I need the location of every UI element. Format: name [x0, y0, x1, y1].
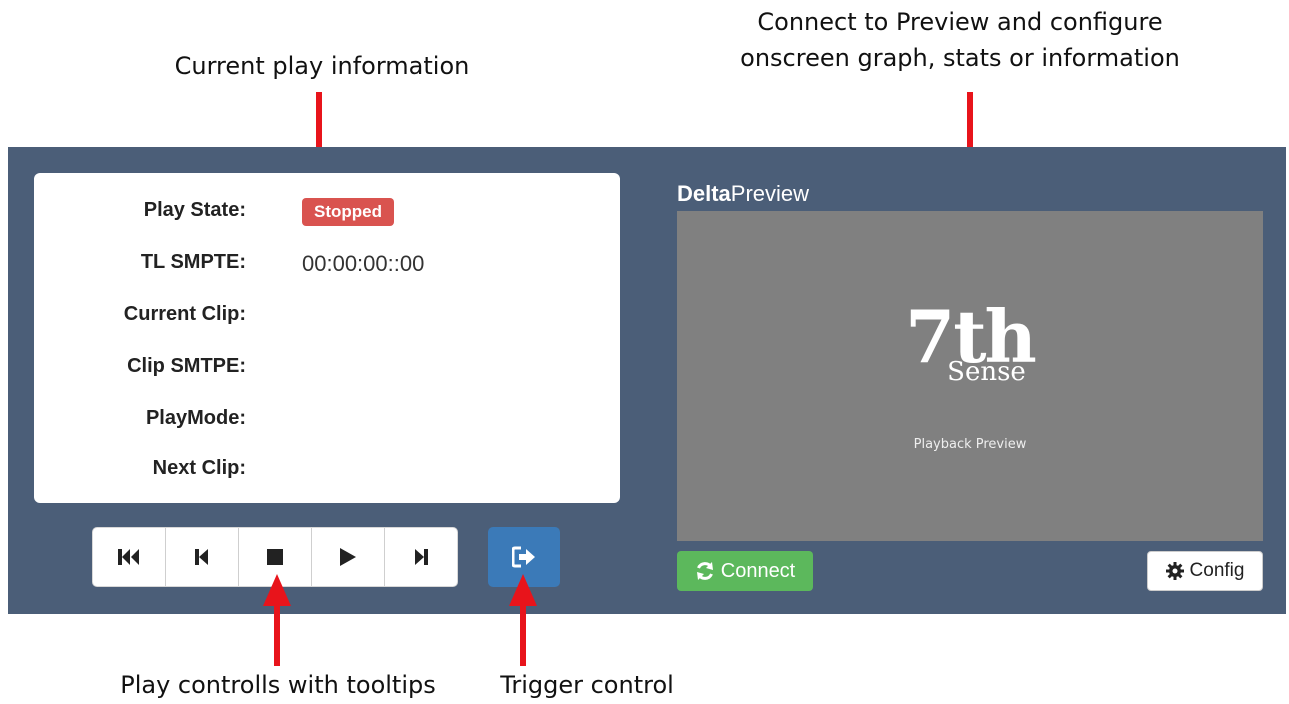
- preview-caption: Playback Preview: [913, 437, 1027, 452]
- callout-current-play: Current play information: [174, 52, 470, 80]
- connect-button[interactable]: Connect: [677, 551, 813, 591]
- preview-area: 7th Sense Playback Preview: [677, 211, 1263, 541]
- preview-title-rest: Preview: [730, 181, 810, 206]
- play-state-badge: Stopped: [302, 198, 394, 226]
- preview-title-bold: Delta: [677, 181, 731, 206]
- arrow-trigger: [509, 574, 537, 666]
- current-clip-label: Current Clip:: [123, 303, 246, 325]
- step-forward-icon: [415, 549, 428, 565]
- callout-preview-line1: Connect to Preview and configure: [757, 8, 1163, 36]
- tl-smpte-label: TL SMPTE:: [140, 251, 246, 273]
- play-state-label: Play State:: [143, 199, 246, 221]
- skip-to-start-button[interactable]: [93, 528, 166, 586]
- next-clip-label: Next Clip:: [152, 457, 246, 479]
- play-icon: [340, 548, 356, 566]
- preview-title: DeltaPreview: [677, 181, 809, 207]
- playmode-row: PlayMode:: [34, 407, 620, 437]
- stop-icon: [267, 549, 283, 565]
- skip-to-start-icon: [118, 549, 139, 565]
- callout-preview-line2: onscreen graph, stats or information: [740, 44, 1180, 72]
- play-state-row: Play State: Stopped: [34, 198, 620, 229]
- callout-preview: Connect to Preview and configure onscree…: [690, 4, 1230, 76]
- playmode-label: PlayMode:: [145, 407, 246, 429]
- logo-sub-text: Sense: [947, 357, 1026, 387]
- config-label: Config: [1189, 560, 1245, 581]
- step-forward-button[interactable]: [385, 528, 457, 586]
- config-button[interactable]: Config: [1147, 551, 1263, 591]
- arrow-play-controls: [263, 574, 291, 666]
- clip-smpte-row: Clip SMTPE:: [34, 355, 620, 385]
- player-panel: Play State: Stopped TL SMPTE: 00:00:00::…: [8, 147, 1286, 614]
- callout-trigger: Trigger control: [500, 671, 674, 699]
- connect-label: Connect: [720, 559, 796, 582]
- step-back-icon: [195, 549, 208, 565]
- refresh-icon: [696, 562, 713, 580]
- sign-out-icon: [512, 546, 535, 568]
- play-info-card: Play State: Stopped TL SMPTE: 00:00:00::…: [34, 173, 620, 503]
- gear-icon: [1165, 562, 1184, 580]
- current-clip-row: Current Clip:: [34, 303, 620, 333]
- step-back-button[interactable]: [166, 528, 239, 586]
- tl-smpte-row: TL SMPTE: 00:00:00::00: [34, 251, 620, 281]
- callout-play-controls: Play controlls with tooltips: [120, 671, 436, 699]
- 7th-sense-logo: 7th Sense: [677, 301, 1263, 386]
- next-clip-row: Next Clip:: [34, 457, 620, 487]
- play-button[interactable]: [312, 528, 385, 586]
- clip-smpte-label: Clip SMTPE:: [127, 355, 246, 377]
- tl-smpte-value: 00:00:00::00: [302, 251, 425, 276]
